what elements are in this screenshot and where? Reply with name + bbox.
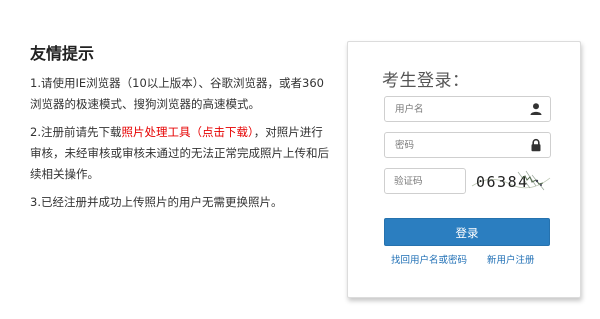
tip-photo: 3.已经注册并成功上传照片的用户无需更换照片。 <box>30 195 283 209</box>
password-field[interactable] <box>384 132 551 158</box>
username-input[interactable] <box>385 98 525 121</box>
password-input[interactable] <box>385 134 525 157</box>
login-panel: 考生登录： 06384 登录 找回用户名或密码 新用户注册 <box>347 41 581 298</box>
tips-panel: 友情提示 1.请使用IE浏览器（10以上版本）、谷歌浏览器，或者360浏览器的极… <box>30 40 330 220</box>
tip-download: 2.注册前请先下载照片处理工具（点击下载），对照片进行审核，未经审核或审核未通过… <box>30 122 330 185</box>
login-button[interactable]: 登录 <box>384 218 550 246</box>
username-field[interactable] <box>384 96 551 122</box>
captcha-image[interactable]: 06384 <box>470 166 552 194</box>
recover-account-link[interactable]: 找回用户名或密码 <box>391 252 467 266</box>
register-link[interactable]: 新用户注册 <box>487 252 535 266</box>
tips-title: 友情提示 <box>30 44 95 63</box>
captcha-text: 06384 <box>476 173 529 191</box>
photo-tool-download-link[interactable]: 照片处理工具（点击下载） <box>121 125 253 139</box>
captcha-input[interactable] <box>385 170 464 193</box>
tip-download-prefix: 2.注册前请先下载 <box>30 125 122 139</box>
tip-browser: 1.请使用IE浏览器（10以上版本）、谷歌浏览器，或者360浏览器的极速模式、搜… <box>30 76 324 111</box>
login-title: 考生登录： <box>382 71 470 91</box>
user-icon <box>530 103 542 115</box>
captcha-field[interactable] <box>384 168 466 194</box>
lock-icon <box>531 138 541 152</box>
